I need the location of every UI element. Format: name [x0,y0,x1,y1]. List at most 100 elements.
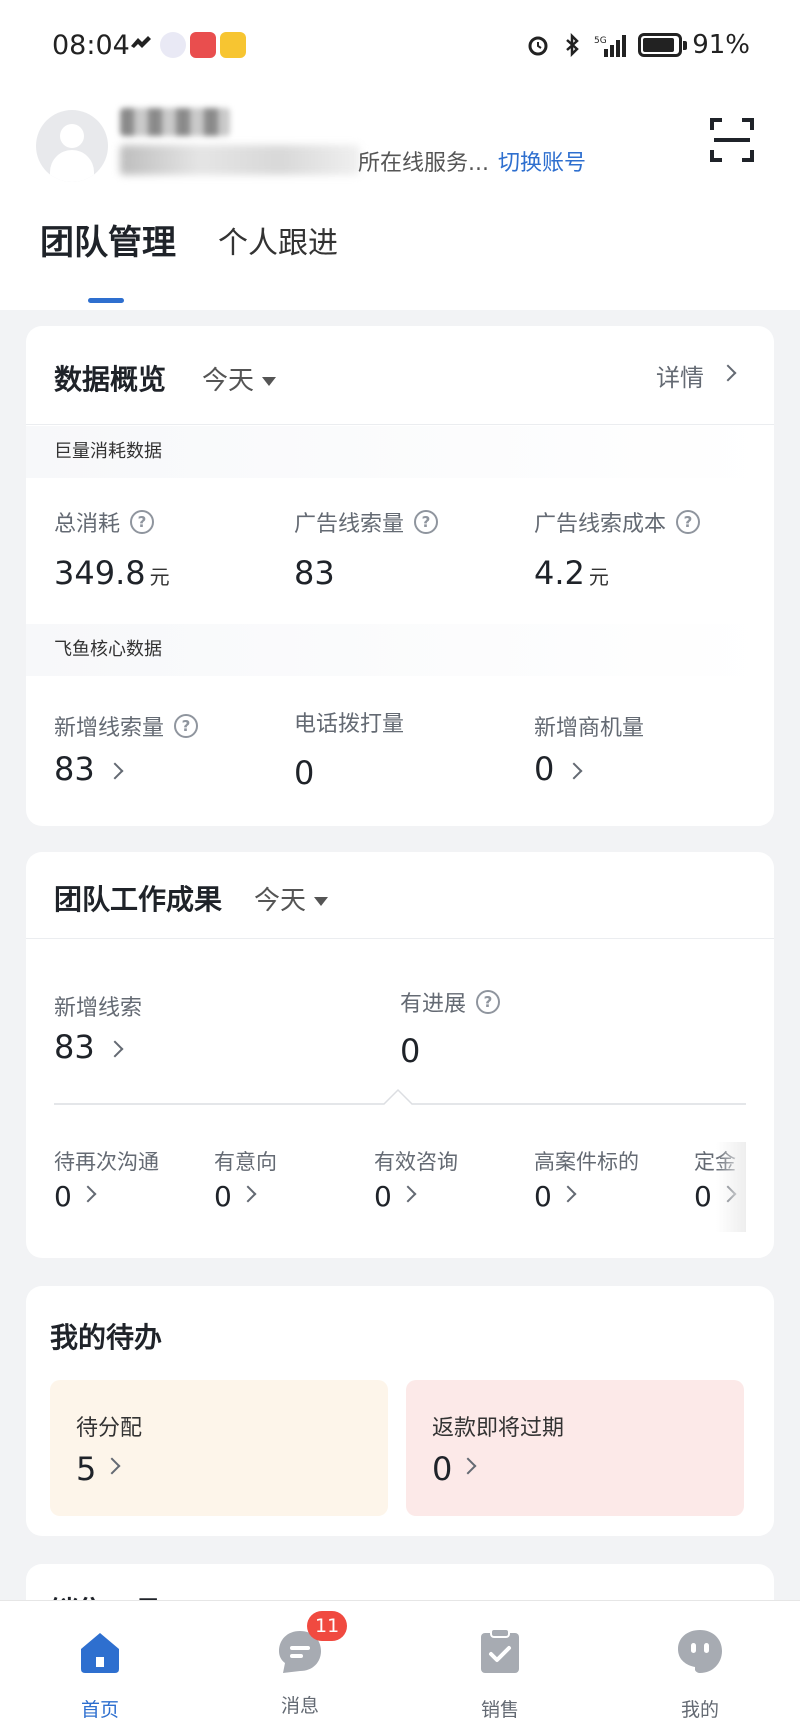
chevron-right-icon [103,1457,121,1475]
chevron-right-icon [399,1185,417,1202]
todo-value: 0 [432,1450,477,1488]
caret-down-icon [262,377,277,386]
chevron-right-icon [719,364,737,381]
chevron-right-icon [565,762,583,780]
chevron-right-icon [559,1185,577,1202]
nav-item-mine[interactable]: 我的 [640,1627,760,1722]
chevron-right-icon [239,1185,257,1202]
account-org-blurred [120,145,360,175]
chevron-right-icon [459,1457,477,1475]
signal-icon: 5G [594,35,627,57]
todo-pending-assign[interactable]: 待分配 5 [50,1380,388,1516]
metric-label-new-leads: 新增线索量? [54,710,199,742]
tab-personal-followup[interactable]: 个人跟进 [218,218,338,262]
app-notification-icon [190,32,216,58]
active-tab-indicator [88,298,124,303]
stage-label: 待再次沟通 [54,1150,159,1174]
metric-value-text: 0 [400,1032,421,1070]
metric-unit: 元 [149,565,170,589]
metric-value-ad-leads: 83 [294,554,335,592]
account-org-text: 所在线服务... [358,151,489,176]
stage-value-text: 0 [214,1180,232,1213]
metric-label-text: 新增商机量 [534,716,645,741]
metric-label-ad-leads: 广告线索量? [294,506,439,538]
status-right: 5G 91% [526,30,750,60]
stage-value[interactable]: 0 [54,1180,97,1213]
app-notification-icon [131,36,151,48]
home-icon [81,1633,119,1673]
new-leads-label: 新增线索 [54,990,142,1022]
scan-icon[interactable] [708,116,756,164]
metric-label-new-opps: 新增商机量 [534,710,644,742]
account-name-blurred [120,108,230,136]
app-notification-icon [220,32,246,58]
todo-value-text: 0 [432,1450,453,1488]
metric-value-lead-cost: 4.2 元 [534,554,609,592]
stage-value-text: 0 [694,1180,712,1213]
progress-value: 0 [400,1032,420,1070]
todo-label: 返款即将过期 [432,1416,565,1441]
stage-value-text: 0 [374,1180,392,1213]
nav-label: 我的 [680,1699,719,1721]
profile-icon [678,1630,722,1673]
metric-value-new-opps[interactable]: 0 [534,750,583,788]
stage-value[interactable]: 0 [214,1180,257,1213]
nav-item-messages[interactable]: 11 消息 [240,1611,360,1718]
metric-value-text: 83 [54,1028,95,1066]
metric-label-text: 有进展 [400,992,467,1017]
stage-label: 有效咨询 [374,1150,458,1174]
help-icon[interactable]: ? [476,990,501,1014]
metric-value-total-spend: 349.8 元 [54,554,170,592]
metric-value-text: 4.2 [534,554,585,592]
my-todo-title: 我的待办 [50,1321,163,1354]
todo-refund-expiring[interactable]: 返款即将过期 0 [406,1380,744,1516]
battery-percent: 91% [692,30,750,60]
team-results-title: 团队工作成果 [54,883,223,916]
app-notification-icon [160,32,186,58]
team-results-card: 团队工作成果 今天 新增线索 83 有进展? 0 待再次沟通 0 有意向 0 有… [26,852,774,1258]
chevron-right-icon [79,1185,97,1202]
todo-value-text: 5 [76,1450,97,1488]
todo-value: 5 [76,1450,121,1488]
metric-label-text: 总消耗 [54,512,121,537]
stage-value[interactable]: 0 [534,1180,577,1213]
bluetooth-icon [566,33,580,57]
header: 所在线服务... 切换账号 团队管理 个人跟进 [0,90,800,310]
help-icon[interactable]: ? [174,714,199,738]
caret-down-icon [314,897,329,906]
todo-label: 待分配 [76,1416,143,1441]
metric-value-text: 349.8 [54,554,146,592]
metric-value-text: 83 [294,554,335,592]
avatar[interactable] [36,110,108,182]
chevron-right-icon [106,762,124,780]
alarm-icon [528,36,548,56]
details-link[interactable]: 详情 [656,358,737,393]
progress-label: 有进展? [400,986,501,1018]
scroll-fade [716,1142,746,1232]
nav-item-sales[interactable]: 销售 [440,1627,560,1722]
help-icon[interactable]: ? [414,510,439,534]
help-icon[interactable]: ? [676,510,701,534]
metric-label-text: 新增线索 [54,996,143,1021]
overview-period-dropdown[interactable]: 今天 [202,360,277,397]
svg-text:5G: 5G [594,36,607,46]
help-icon[interactable]: ? [130,510,155,534]
tab-team-management[interactable]: 团队管理 [40,215,176,264]
team-period-dropdown[interactable]: 今天 [254,880,329,917]
unread-badge: 11 [307,1611,348,1641]
nav-item-home[interactable]: 首页 [40,1627,160,1722]
stage-value-text: 0 [534,1180,552,1213]
metric-value-new-leads[interactable]: 83 [54,750,124,788]
new-leads-value[interactable]: 83 [54,1028,124,1066]
switch-account-link[interactable]: 切换账号 [498,145,586,177]
stage-label: 高案件标的 [534,1150,639,1174]
metric-label-text: 新增线索量 [54,716,165,741]
chevron-right-icon [106,1040,124,1058]
metric-label-text: 广告线索成本 [534,512,667,537]
stage-value[interactable]: 0 [374,1180,417,1213]
my-todo-card: 我的待办 待分配 5 返款即将过期 0 [26,1286,774,1536]
stage-label: 有意向 [214,1150,277,1174]
data-overview-title: 数据概览 [54,363,167,396]
stage-divider [54,1088,746,1105]
battery-icon [638,33,688,57]
